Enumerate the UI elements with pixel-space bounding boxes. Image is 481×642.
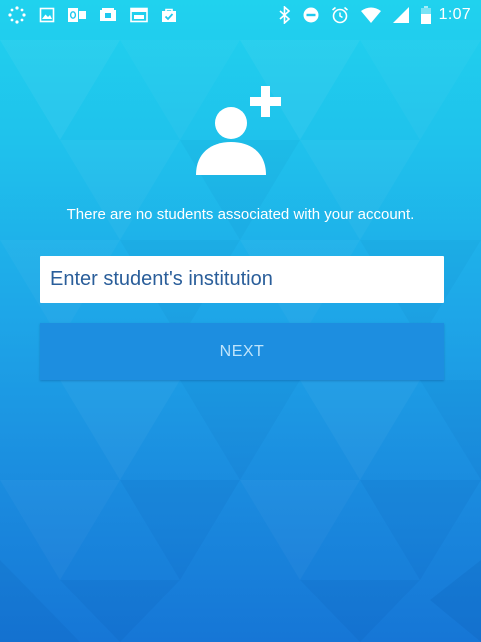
notification-icons <box>8 6 190 24</box>
wifi-icon <box>360 7 381 23</box>
do-not-disturb-icon <box>303 7 319 23</box>
status-bar: 1:07 <box>0 0 481 30</box>
canvas-app-icon <box>8 6 26 24</box>
wallet-icon <box>99 7 117 23</box>
system-icons: 1:07 <box>267 6 471 24</box>
cellular-signal-icon <box>392 7 409 23</box>
institution-input[interactable] <box>40 256 444 303</box>
image-icon <box>39 7 55 23</box>
battery-icon <box>420 6 431 24</box>
calendar-icon <box>130 7 148 23</box>
outlook-icon <box>68 7 86 23</box>
no-students-message: There are no students associated with yo… <box>66 206 415 223</box>
status-time: 1:07 <box>438 6 471 23</box>
bluetooth-icon <box>279 6 291 24</box>
shopping-bag-icon <box>161 7 177 23</box>
next-button[interactable]: NEXT <box>40 323 444 380</box>
add-user-icon <box>193 86 293 181</box>
student-setup-screen: 1:07 There are no students associated wi… <box>0 0 481 642</box>
alarm-icon <box>331 6 349 24</box>
